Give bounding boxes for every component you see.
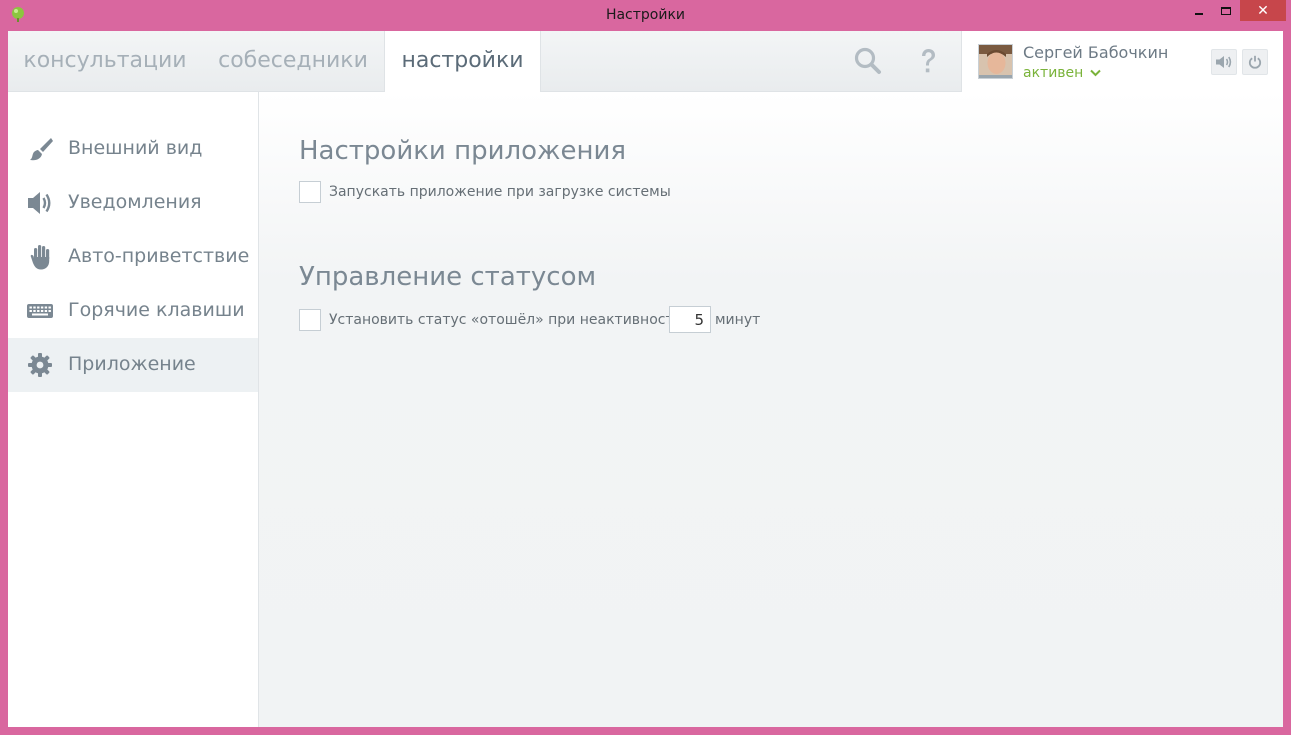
sidebar-item-label: Авто-приветствие — [68, 245, 250, 267]
user-name: Сергей Бабочкин — [1023, 43, 1169, 62]
brush-icon — [30, 138, 53, 161]
autostart-label: Запускать приложение при загрузке систем… — [329, 184, 671, 200]
hand-icon — [30, 245, 50, 270]
settings-content: Настройки приложения Запускать приложени… — [259, 92, 1283, 727]
sidebar-item-label: Горячие клавиши — [68, 299, 245, 321]
user-status-dropdown[interactable]: активен — [1023, 65, 1101, 81]
window-title: Настройки — [605, 7, 686, 23]
sidebar-item-label: Внешний вид — [68, 137, 203, 159]
avatar[interactable] — [978, 44, 1013, 79]
tab-contacts[interactable]: собеседники — [208, 31, 378, 92]
maximize-button[interactable] — [1212, 0, 1239, 21]
window-titlebar: Настройки ✕ — [0, 0, 1291, 31]
chevron-down-icon — [1090, 69, 1101, 77]
power-icon — [1248, 55, 1262, 69]
inactivity-minutes-input[interactable] — [669, 306, 711, 333]
speaker-icon — [1216, 56, 1232, 68]
tab-consultations[interactable]: консультации — [8, 31, 202, 92]
app-client-area: консультации собеседники настройки Серге… — [8, 31, 1283, 727]
user-status-label: активен — [1023, 65, 1084, 81]
app-settings-title: Настройки приложения — [299, 136, 626, 166]
sidebar-item-label: Приложение — [68, 353, 196, 375]
avatar-photo — [979, 45, 1012, 78]
help-icon[interactable] — [912, 45, 944, 77]
away-status-checkbox[interactable] — [299, 309, 321, 331]
sidebar-item-appearance[interactable]: Внешний вид — [8, 122, 258, 176]
speaker-icon — [28, 192, 51, 214]
minutes-unit-label: минут — [715, 312, 761, 328]
user-panel: Сергей Бабочкин активен — [961, 31, 1283, 92]
power-button[interactable] — [1242, 49, 1268, 75]
top-navigation: консультации собеседники настройки Серге… — [8, 31, 1283, 92]
sidebar-item-auto-greeting[interactable]: Авто-приветствие — [8, 230, 258, 284]
search-icon[interactable] — [852, 45, 884, 77]
minimize-icon — [1194, 12, 1203, 15]
maximize-icon — [1220, 6, 1231, 15]
tab-settings[interactable]: настройки — [384, 31, 541, 92]
close-icon: ✕ — [1257, 2, 1269, 19]
sidebar-item-label: Уведомления — [68, 191, 202, 213]
settings-sidebar: Внешний вид Уведомления Авто-приветствие — [8, 92, 259, 727]
away-status-label: Установить статус «отошёл» при неактивно… — [329, 312, 683, 328]
sidebar-item-notifications[interactable]: Уведомления — [8, 176, 258, 230]
close-button[interactable]: ✕ — [1240, 0, 1286, 21]
status-management-title: Управление статусом — [299, 262, 597, 292]
sound-toggle-button[interactable] — [1211, 49, 1237, 75]
sidebar-item-application[interactable]: Приложение — [8, 338, 258, 392]
sidebar-item-hotkeys[interactable]: Горячие клавиши — [8, 284, 258, 338]
keyboard-icon — [27, 304, 53, 318]
minimize-button[interactable] — [1185, 0, 1212, 21]
autostart-checkbox[interactable] — [299, 181, 321, 203]
gear-icon — [28, 353, 52, 377]
